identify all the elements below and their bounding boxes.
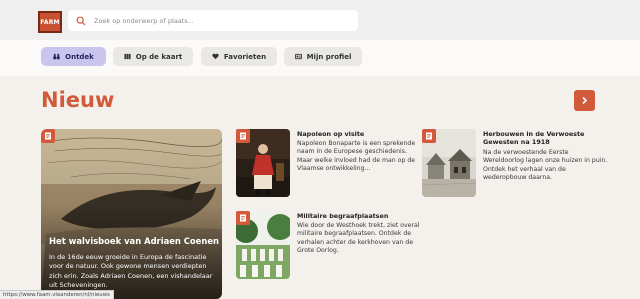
article-badge (422, 129, 436, 143)
chevron-right-icon (582, 96, 588, 105)
card-text: Napoleon Bonaparte is een sprekende naam… (297, 140, 416, 172)
document-icon (240, 214, 246, 222)
id-card-icon (294, 53, 302, 60)
card-text: Na de verwoestende Eerste Wereldoorlog l… (483, 149, 608, 181)
document-icon (426, 132, 432, 140)
article-badge (41, 129, 55, 143)
tab-label: Favorieten (223, 52, 267, 61)
site-logo[interactable]: FARM (38, 11, 62, 33)
logo-text: FARM (40, 18, 60, 26)
heart-icon (212, 53, 219, 60)
article-badge (236, 211, 250, 225)
next-button[interactable] (574, 90, 595, 111)
tab-favorieten[interactable]: Favorieten (201, 47, 277, 66)
document-icon (240, 132, 246, 140)
status-url: https://www.faam.vlaanderen/nl/nieuws (0, 290, 114, 299)
section-title: Nieuw (41, 88, 115, 112)
tab-mijn-profiel[interactable]: Mijn profiel (284, 47, 362, 66)
search-input[interactable] (94, 16, 344, 25)
search-bar[interactable] (68, 10, 358, 31)
card-title: Herbouwen in de Verwoeste Gewesten na 19… (483, 130, 585, 147)
document-icon (45, 132, 51, 140)
tab-ontdek[interactable]: Ontdek (41, 47, 106, 66)
map-icon (124, 53, 131, 60)
tab-label: Mijn profiel (306, 52, 352, 61)
search-icon (76, 16, 86, 25)
featured-card[interactable]: Het walvisboek van Adriaen Coenen In de … (41, 129, 222, 299)
tab-op-de-kaart[interactable]: Op de kaart (113, 47, 193, 66)
card-text: Wie door de Westhoek trekt, ziet overal … (297, 222, 420, 254)
card-title: Militaire begraafplaatsen (297, 212, 389, 220)
main-nav: Ontdek Op de kaart Favorieten Mijn profi… (0, 40, 640, 76)
featured-text: In de 16de eeuw groeide in Europa de fas… (49, 253, 213, 289)
article-badge (236, 129, 250, 143)
card-title: Napoleon op visite (297, 130, 365, 138)
binoculars-icon (53, 53, 60, 60)
tab-label: Op de kaart (135, 52, 183, 61)
featured-title: Het walvisboek van Adriaen Coenen (49, 236, 219, 246)
tab-label: Ontdek (65, 52, 94, 61)
top-bar: FARM (0, 0, 640, 40)
